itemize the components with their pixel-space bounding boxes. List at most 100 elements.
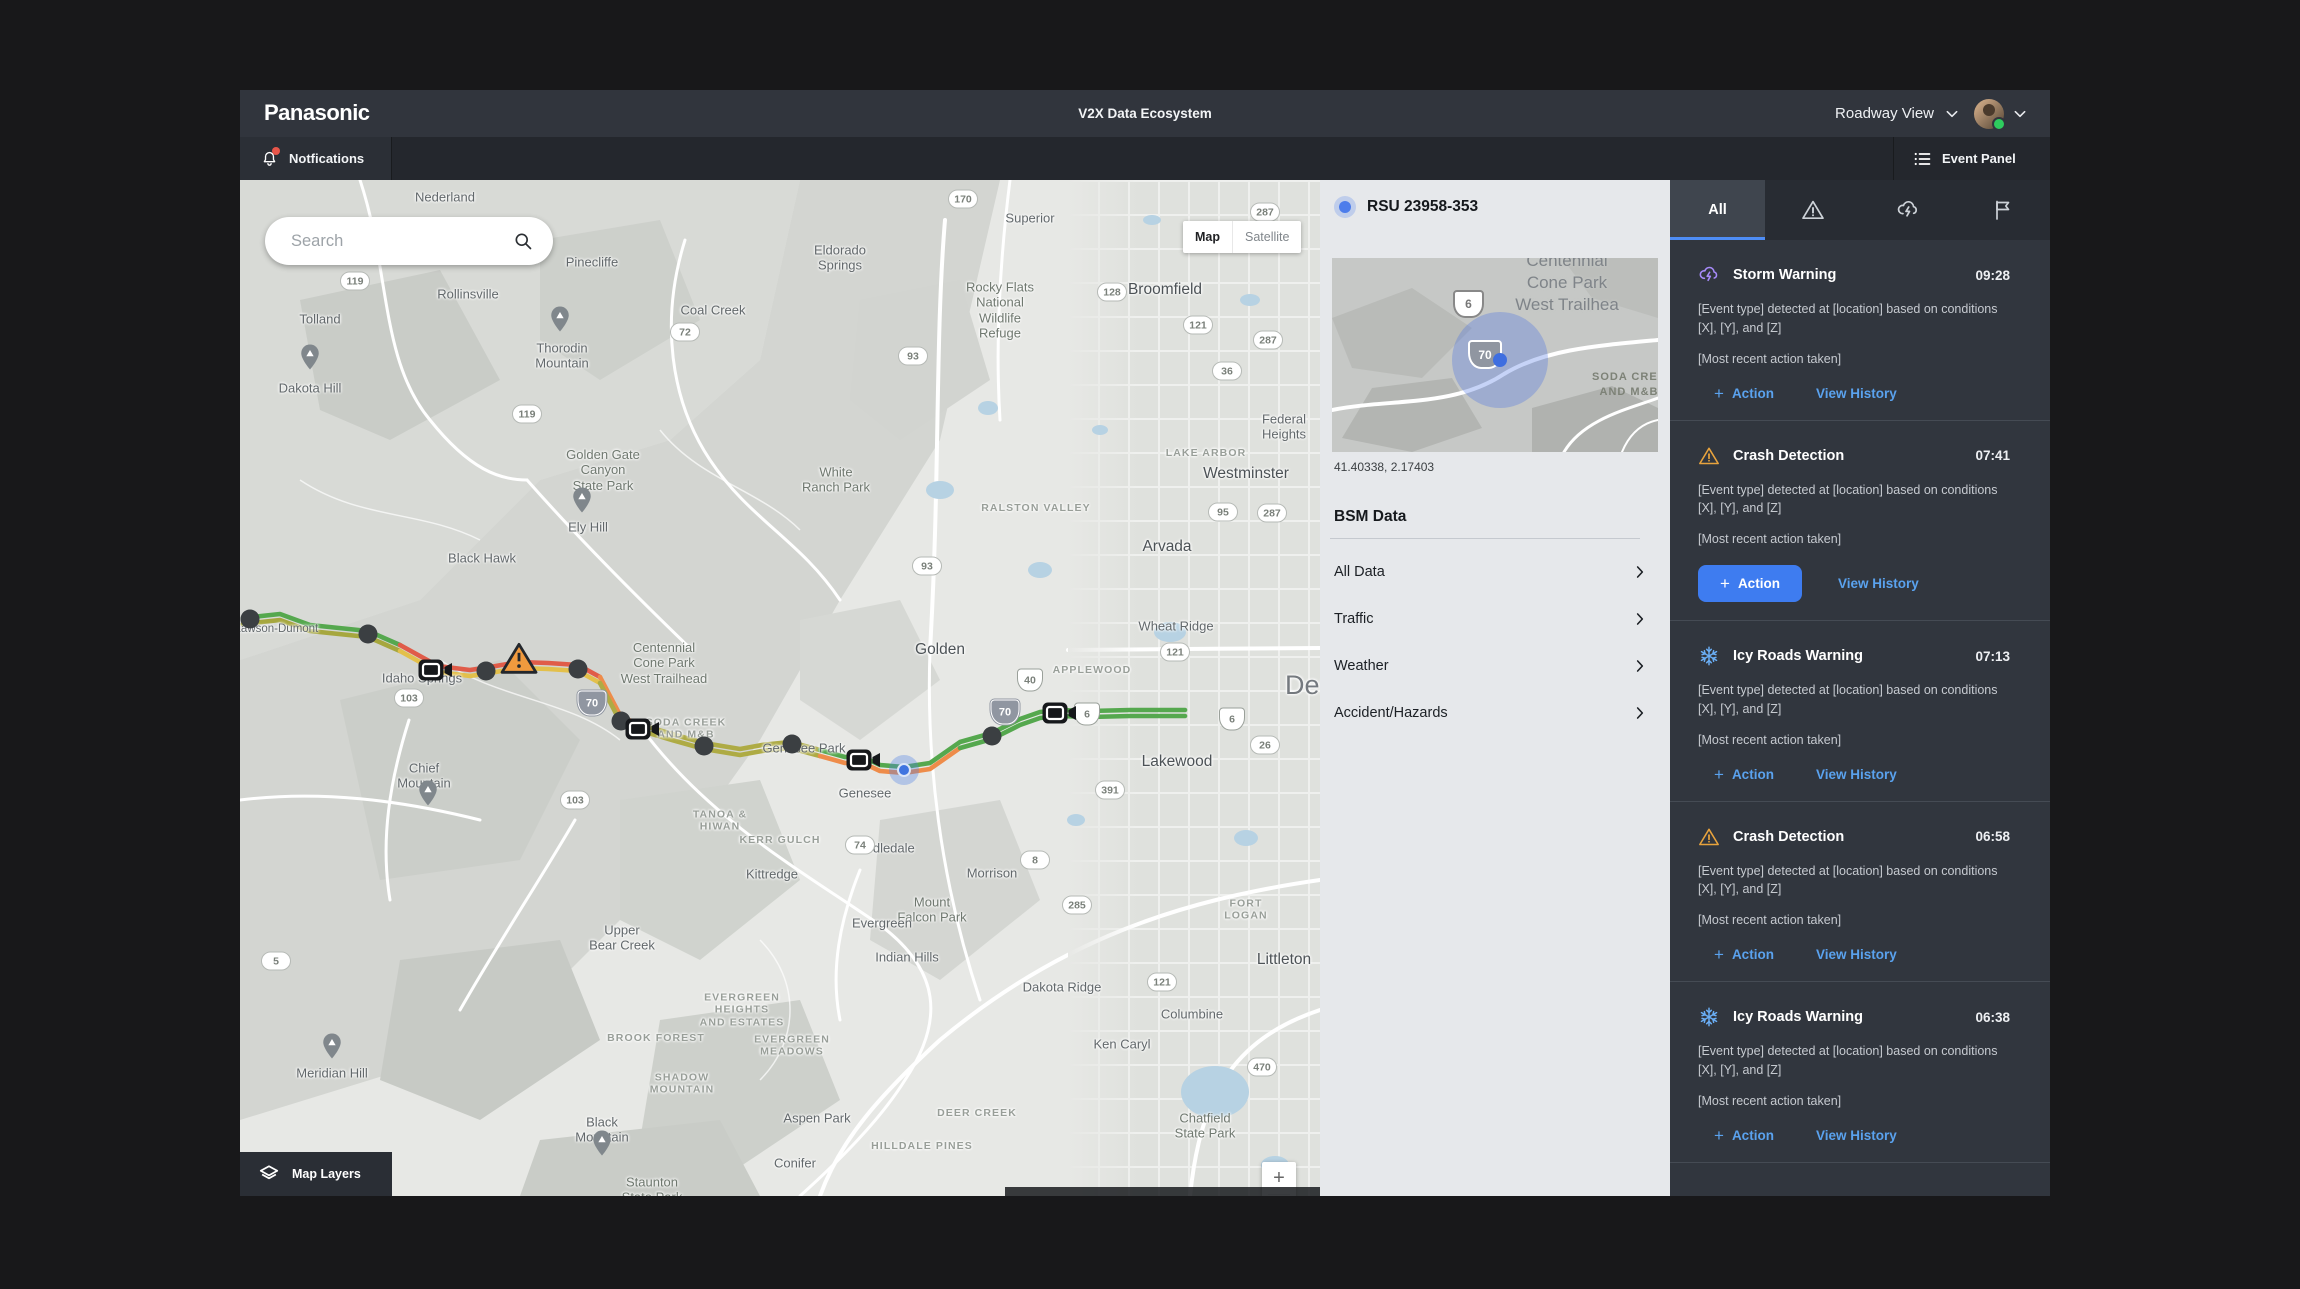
app-window: Panasonic V2X Data Ecosystem Roadway Vie… — [240, 90, 2050, 1196]
event-action-note: [Most recent action taken] — [1698, 913, 2010, 927]
ice-icon — [1698, 645, 1720, 667]
event-time: 07:41 — [1975, 448, 2010, 463]
view-history-link[interactable]: View History — [1838, 576, 1919, 591]
app-title: V2X Data Ecosystem — [240, 106, 2050, 121]
event-action-note: [Most recent action taken] — [1698, 733, 2010, 747]
chevron-right-icon — [1632, 611, 1648, 627]
event-dot-marker[interactable] — [359, 625, 378, 644]
chevron-right-icon — [1632, 658, 1648, 674]
road-shield: 287 — [1257, 504, 1287, 523]
minimap-area-label: SODA CREE AND M&B — [1564, 370, 1658, 400]
camera-marker[interactable] — [624, 717, 660, 742]
event-panel-button[interactable]: Event Panel — [1893, 137, 2050, 180]
crash-icon — [1698, 445, 1720, 467]
event-dot-marker[interactable] — [695, 737, 714, 756]
event-time: 09:28 — [1975, 268, 2010, 283]
map-type-satellite[interactable]: Satellite — [1233, 221, 1301, 253]
event-list: Storm Warning 09:28 [Event type] detecte… — [1670, 240, 2050, 1163]
add-action-button[interactable]: +Action — [1714, 766, 1774, 783]
road-shield: 119 — [512, 405, 542, 424]
map-type-map[interactable]: Map — [1183, 221, 1232, 253]
road-shield: 6 — [1074, 703, 1100, 726]
plus-icon: + — [1714, 946, 1724, 963]
online-status-dot — [1992, 117, 2006, 131]
map-layers-button[interactable]: Map Layers — [240, 1152, 392, 1196]
rsu-location-marker[interactable] — [889, 755, 919, 785]
road-shield: 95 — [1208, 503, 1238, 522]
event-description: [Event type] detected at [location] base… — [1698, 681, 2003, 719]
place-pin-icon — [322, 1033, 342, 1060]
view-selector-label: Roadway View — [1835, 105, 1934, 122]
road-shield: 36 — [1212, 362, 1242, 381]
chevron-down-icon — [1944, 106, 1960, 122]
event-title: Crash Detection — [1733, 829, 1844, 845]
event-dot-marker[interactable] — [983, 727, 1002, 746]
ice-icon — [1698, 1006, 1720, 1028]
event-title: Storm Warning — [1733, 267, 1836, 283]
map-canvas[interactable]: NederlandSuperiorEldorado SpringsPinecli… — [240, 180, 1320, 1196]
event-tabs: All — [1670, 180, 2050, 240]
rsu-status-dot — [1334, 196, 1356, 218]
event-tab-flag[interactable] — [1955, 180, 2050, 240]
camera-marker[interactable] — [1041, 701, 1077, 726]
event-dot-marker[interactable] — [477, 662, 496, 681]
event-dot-marker[interactable] — [569, 660, 588, 679]
place-pin-icon — [592, 1130, 612, 1157]
search-icon[interactable] — [513, 231, 533, 251]
event-panel-label: Event Panel — [1942, 151, 2016, 166]
event-title: Icy Roads Warning — [1733, 1009, 1863, 1025]
event-tab-warning[interactable] — [1765, 180, 1860, 240]
notifications-button[interactable]: Notfications — [240, 137, 392, 180]
road-shield: 287 — [1253, 331, 1283, 350]
layers-icon — [258, 1163, 280, 1185]
place-pin-icon — [418, 780, 438, 807]
event-action-note: [Most recent action taken] — [1698, 352, 2010, 366]
flag-icon — [1991, 198, 2015, 222]
minimap-park-label: Centennial Cone Park West Trailhea — [1482, 258, 1652, 316]
bsm-item-accident-hazards[interactable]: Accident/Hazards — [1334, 689, 1648, 736]
bsm-item-label: Traffic — [1334, 611, 1373, 627]
event-time: 07:13 — [1975, 649, 2010, 664]
list-icon — [1912, 149, 1932, 169]
event-action-note: [Most recent action taken] — [1698, 1094, 2010, 1108]
road-shield: 287 — [1250, 203, 1280, 222]
event-dot-marker[interactable] — [241, 610, 260, 629]
road-shield: 285 — [1062, 896, 1092, 915]
bsm-item-traffic[interactable]: Traffic — [1334, 595, 1648, 642]
add-action-button[interactable]: +Action — [1698, 565, 1802, 602]
search-input[interactable] — [289, 231, 513, 252]
user-menu[interactable] — [1974, 99, 2028, 129]
event-tab-all[interactable]: All — [1670, 180, 1765, 240]
hazard-warning-marker[interactable] — [500, 641, 538, 675]
road-shield: 72 — [670, 323, 700, 342]
warning-icon — [1801, 198, 1825, 222]
event-description: [Event type] detected at [location] base… — [1698, 862, 2003, 900]
view-history-link[interactable]: View History — [1816, 1128, 1897, 1143]
map-attribution-bar — [1005, 1187, 1320, 1196]
rsu-minimap[interactable]: 6 70 Centennial Cone Park West Trailhea … — [1332, 258, 1658, 452]
camera-marker[interactable] — [417, 658, 453, 683]
add-action-button[interactable]: +Action — [1714, 946, 1774, 963]
crash-icon — [1698, 826, 1720, 848]
view-history-link[interactable]: View History — [1816, 767, 1897, 782]
view-history-link[interactable]: View History — [1816, 386, 1897, 401]
rsu-location-dot — [1493, 353, 1507, 367]
view-history-link[interactable]: View History — [1816, 947, 1897, 962]
bsm-item-weather[interactable]: Weather — [1334, 642, 1648, 689]
screen: Panasonic V2X Data Ecosystem Roadway Vie… — [0, 0, 2300, 1289]
bsm-item-label: All Data — [1334, 564, 1385, 580]
road-shield: 93 — [898, 347, 928, 366]
event-dot-marker[interactable] — [783, 735, 802, 754]
add-action-button[interactable]: +Action — [1714, 385, 1774, 402]
add-action-button[interactable]: +Action — [1714, 1127, 1774, 1144]
road-shield: 8 — [1020, 851, 1050, 870]
camera-marker[interactable] — [845, 748, 881, 773]
divider — [1330, 538, 1640, 539]
road-shield: 6 — [1219, 708, 1245, 731]
bsm-item-all-data[interactable]: All Data — [1334, 548, 1648, 595]
event-tab-storm[interactable] — [1860, 180, 1955, 240]
event-description: [Event type] detected at [location] base… — [1698, 481, 2003, 519]
event-action-note: [Most recent action taken] — [1698, 532, 2010, 546]
view-selector[interactable]: Roadway View — [1835, 105, 1960, 122]
place-pin-icon — [300, 344, 320, 371]
